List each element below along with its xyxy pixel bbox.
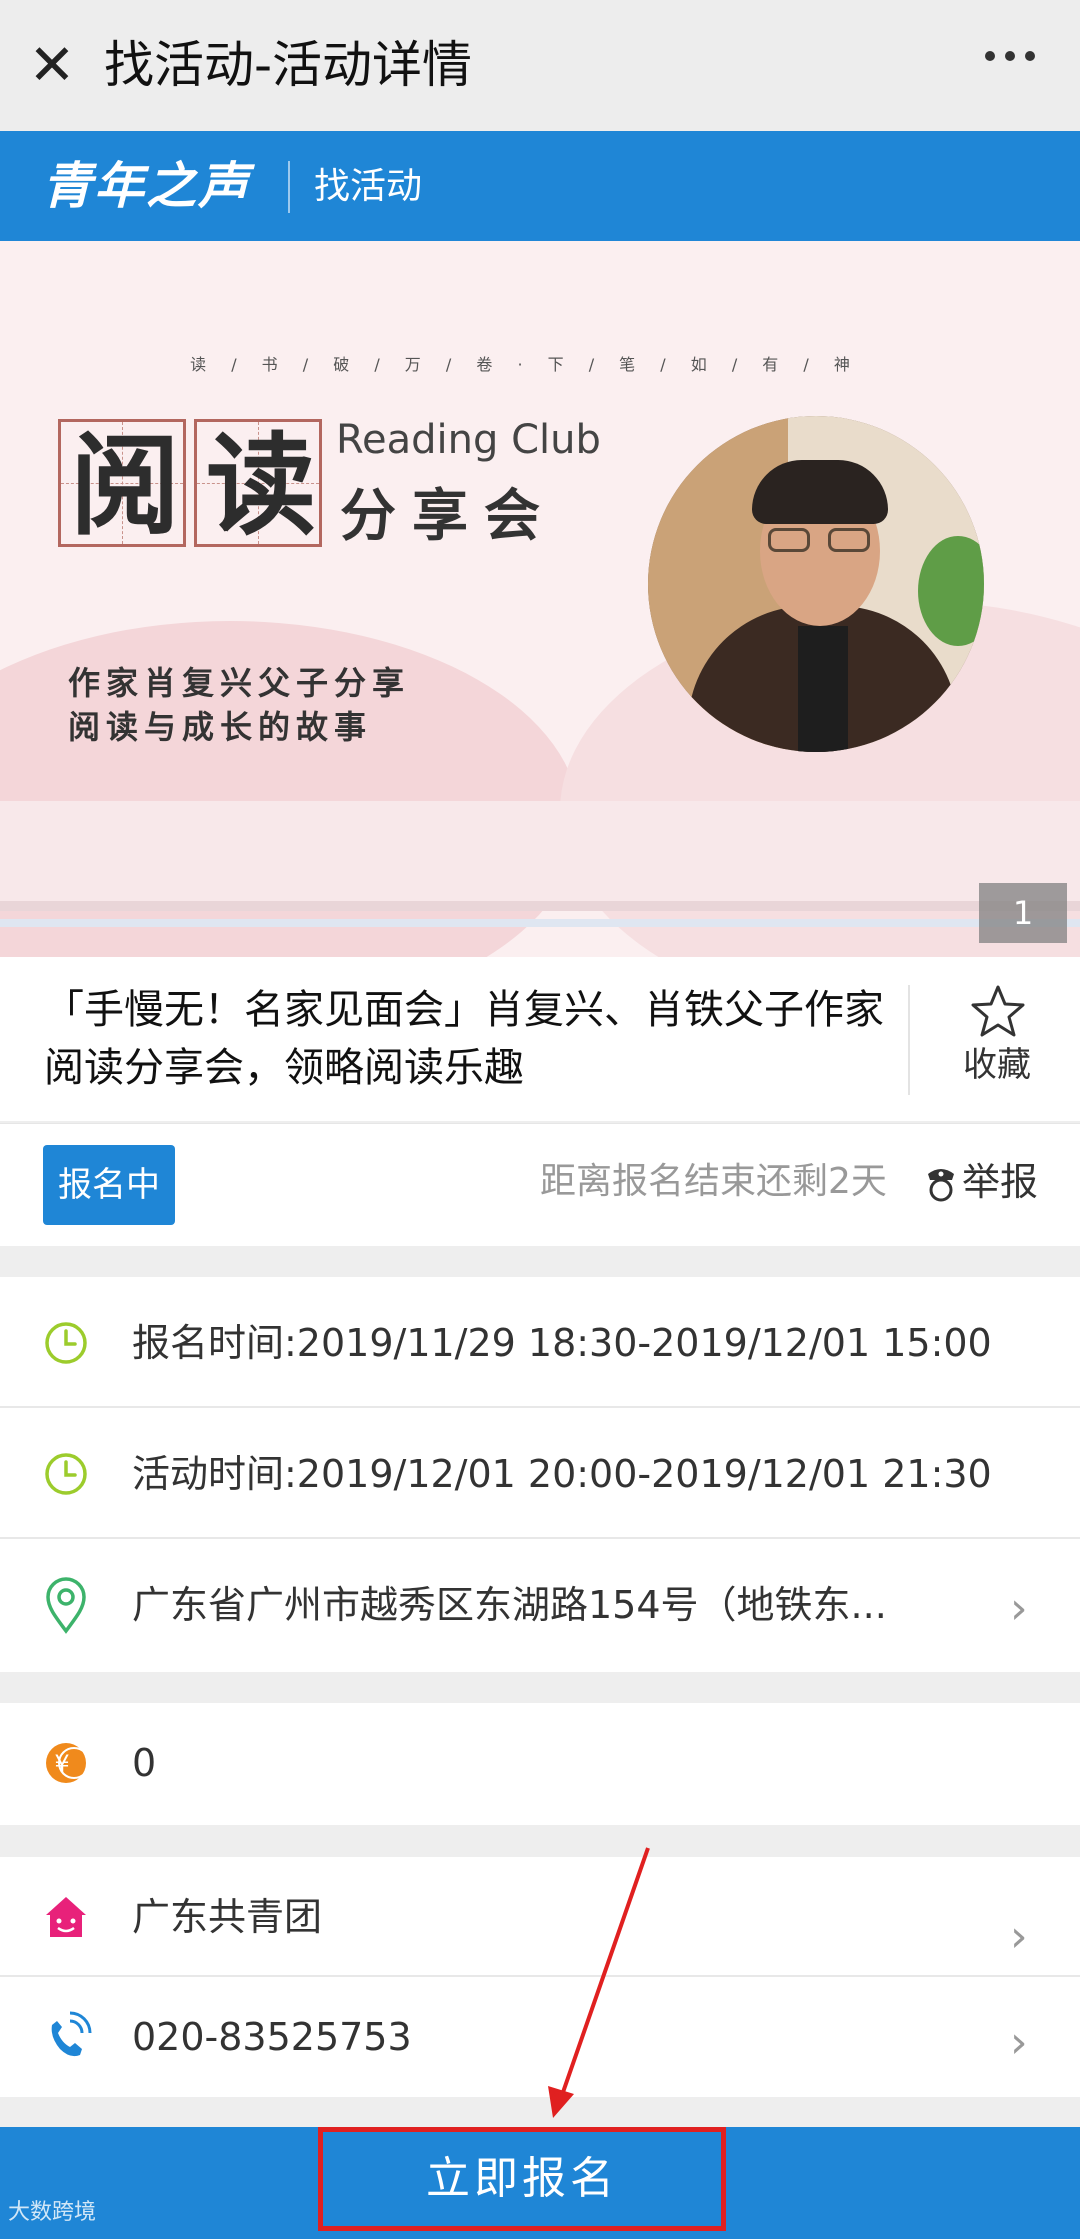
signup-button[interactable]: 立即报名 bbox=[318, 2127, 726, 2231]
signup-time: 报名时间:2019/11/29 18:30-2019/12/01 15:00 bbox=[132, 1321, 992, 1365]
organizer-name: 广东共青团 bbox=[132, 1895, 323, 1939]
signup-status-row: 报名中 距离报名结束还剩2天 举报 bbox=[0, 1123, 1080, 1246]
banner-char: 读 bbox=[206, 421, 316, 550]
police-icon[interactable] bbox=[924, 1164, 958, 1204]
event-banner[interactable]: 读 / 书 / 破 / 万 / 卷 · 下 / 笔 / 如 / 有 / 神 阅 … bbox=[0, 241, 1080, 957]
speaker-portrait bbox=[648, 416, 984, 752]
banner-club-cn: 分享会 bbox=[340, 483, 556, 549]
chevron-right-icon: › bbox=[1010, 1911, 1028, 1962]
remaining-time: 距离报名结束还剩2天 bbox=[540, 1161, 887, 1202]
event-time-row: 活动时间:2019/12/01 20:00-2019/12/01 21:30 bbox=[0, 1408, 1080, 1539]
image-counter: 1 bbox=[979, 883, 1067, 943]
chevron-right-icon: › bbox=[1010, 1583, 1028, 1634]
webview-topbar: ✕ 找活动-活动详情 bbox=[0, 0, 1080, 131]
bottom-action-bar: 立即报名 大数跨境 bbox=[0, 2127, 1080, 2239]
banner-club-en: Reading Club bbox=[336, 417, 601, 463]
banner-desc-line: 作家肖复兴父子分享 bbox=[68, 664, 411, 702]
organizer-row[interactable]: 广东共青团 › bbox=[0, 1857, 1080, 1977]
banner-decoration bbox=[0, 919, 1080, 927]
more-icon[interactable] bbox=[980, 46, 1050, 86]
phone-icon bbox=[51, 2011, 92, 2057]
contact-phone: 020-83525753 bbox=[132, 2015, 412, 2059]
banner-description: 作家肖复兴父子分享 阅读与成长的故事 bbox=[68, 661, 410, 749]
page-title: 找活动-活动详情 bbox=[104, 36, 473, 94]
address-row[interactable]: 广东省广州市越秀区东湖路154号（地铁东... › bbox=[0, 1539, 1080, 1672]
event-title: 「手慢无！名家见面会」肖复兴、肖铁父子作家阅读分享会，领略阅读乐趣 bbox=[44, 987, 884, 1091]
event-address: 广东省广州市越秀区东湖路154号（地铁东... bbox=[132, 1583, 887, 1627]
char-grid-box: 阅 bbox=[58, 419, 186, 550]
status-badge: 报名中 bbox=[43, 1145, 175, 1225]
location-pin-icon bbox=[46, 1577, 86, 1634]
coin-icon: ¥ bbox=[46, 1743, 90, 1783]
banner-char: 阅 bbox=[70, 421, 180, 550]
star-icon[interactable] bbox=[966, 983, 1030, 1039]
phone-row[interactable]: 020-83525753 › bbox=[0, 1977, 1080, 2097]
event-time: 活动时间:2019/12/01 20:00-2019/12/01 21:30 bbox=[132, 1452, 992, 1496]
event-title-section: 「手慢无！名家见面会」肖复兴、肖铁父子作家阅读分享会，领略阅读乐趣 收藏 bbox=[0, 957, 1080, 1121]
banner-motto: 读 / 书 / 破 / 万 / 卷 · 下 / 笔 / 如 / 有 / 神 bbox=[190, 355, 860, 374]
brand-logo[interactable]: 青年之声 bbox=[42, 157, 250, 215]
title-divider bbox=[908, 985, 910, 1095]
watermark-text: 大数跨境 bbox=[8, 2200, 97, 2225]
banner-decoration bbox=[0, 901, 1080, 911]
signup-time-row: 报名时间:2019/11/29 18:30-2019/12/01 15:00 bbox=[0, 1277, 1080, 1408]
svg-text:¥: ¥ bbox=[54, 1750, 69, 1778]
favorite-button[interactable]: 收藏 bbox=[955, 1039, 1039, 1091]
banner-book-illustration bbox=[0, 801, 1080, 911]
char-grid-box: 读 bbox=[194, 419, 322, 550]
event-fee: 0 bbox=[132, 1741, 157, 1785]
clock-icon bbox=[45, 1453, 87, 1495]
section-label[interactable]: 找活动 bbox=[314, 161, 422, 213]
fee-row: ¥ 0 bbox=[0, 1703, 1080, 1825]
brand-header: 青年之声 找活动 bbox=[0, 131, 1080, 241]
banner-desc-line: 阅读与成长的故事 bbox=[68, 708, 373, 746]
header-divider bbox=[288, 161, 290, 213]
home-icon bbox=[46, 1897, 86, 1937]
close-icon[interactable]: ✕ bbox=[28, 36, 76, 96]
chevron-right-icon: › bbox=[1010, 2017, 1028, 2068]
report-button[interactable]: 举报 bbox=[962, 1154, 1038, 1210]
clock-icon bbox=[45, 1322, 87, 1364]
